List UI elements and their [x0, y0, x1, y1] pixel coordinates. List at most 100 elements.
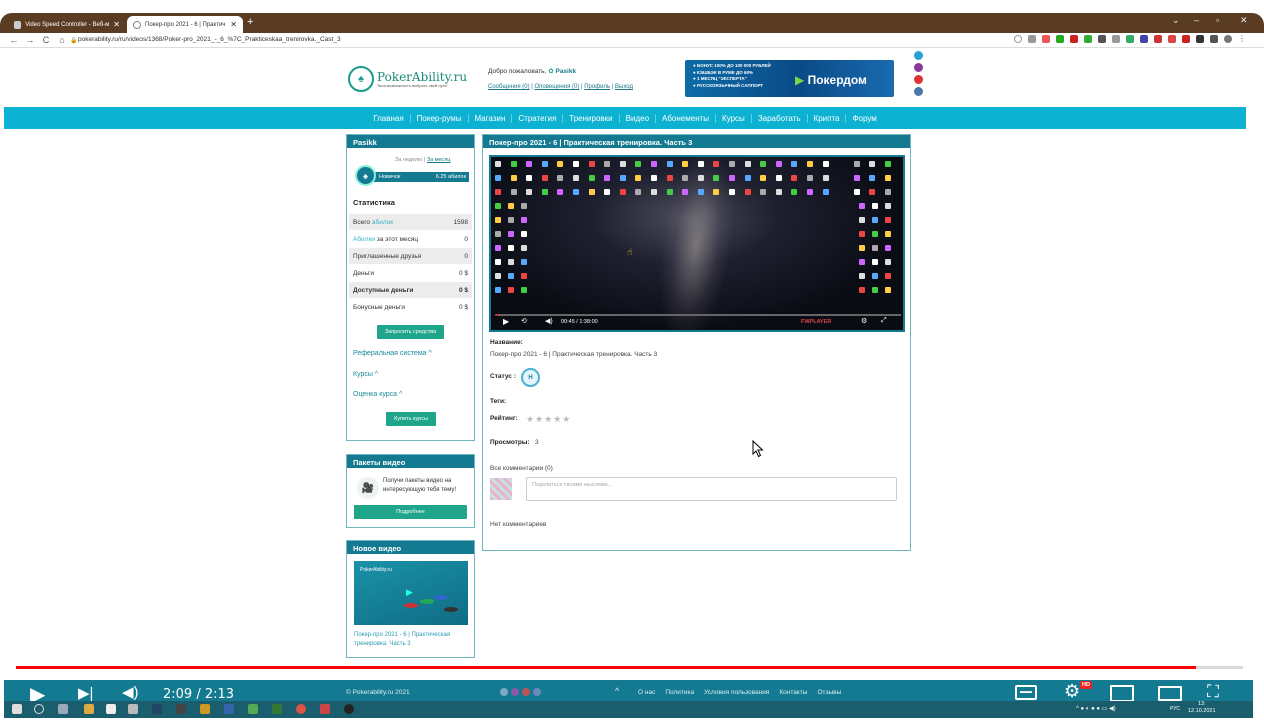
notifications-link[interactable]: Оповещения (0) — [534, 84, 579, 90]
logout-link[interactable]: Выход — [615, 84, 633, 90]
footer-link-about[interactable]: О нас — [638, 689, 655, 696]
nav-crypto[interactable]: Крипта — [808, 113, 847, 123]
mail-icon[interactable] — [224, 704, 234, 714]
player-progress-bar[interactable] — [495, 314, 901, 316]
home-icon[interactable]: ⌂ — [56, 35, 68, 45]
tray-language[interactable]: РУС — [1170, 706, 1180, 712]
tray-clock[interactable]: 13: 12.10.2021 — [1188, 701, 1216, 715]
close-tab-icon[interactable]: ✕ — [230, 20, 237, 29]
nav-earn[interactable]: Заработать — [752, 113, 808, 123]
new-video-thumbnail[interactable]: PokerAbility.ru ▶ — [354, 561, 468, 625]
reload-icon[interactable]: C — [40, 35, 52, 45]
url-field[interactable]: pokerability.ru/ru/videos/1368/Poker-pro… — [78, 36, 341, 43]
referral-accordion[interactable]: Реферальная система ^ — [353, 350, 432, 357]
course-rating-accordion[interactable]: Оценка курса ^ — [353, 391, 402, 398]
chrome-icon[interactable] — [296, 704, 306, 714]
footer-link-policy[interactable]: Политика — [665, 689, 694, 696]
extension-icon[interactable] — [1028, 35, 1036, 43]
extension-icon[interactable] — [1084, 35, 1092, 43]
extension-icon[interactable] — [1112, 35, 1120, 43]
youtube-progress-bar[interactable] — [16, 666, 1243, 669]
profile-link[interactable]: Профиль — [584, 84, 610, 90]
courses-accordion[interactable]: Курсы ^ — [353, 371, 378, 378]
messages-link[interactable]: Сообщения (0) — [488, 84, 530, 90]
youtube-settings-icon[interactable]: ⚙ — [1064, 681, 1080, 702]
nav-video[interactable]: Видео — [620, 113, 657, 123]
extension-icon[interactable] — [1098, 35, 1106, 43]
vk-icon[interactable] — [914, 87, 923, 96]
comment-input[interactable]: Поделиться своими мыслями... — [526, 477, 897, 501]
extension-icon[interactable] — [1056, 35, 1064, 43]
app-icon[interactable] — [344, 704, 354, 714]
extensions-puzzle-icon[interactable] — [1196, 35, 1204, 43]
extension-icon[interactable] — [1070, 35, 1078, 43]
nav-home[interactable]: Главная — [367, 113, 411, 123]
youtube-fullscreen-icon[interactable]: ⛶ — [1207, 682, 1219, 702]
app-icon[interactable] — [106, 704, 116, 714]
player-settings-icon[interactable]: ⚙ — [861, 317, 867, 325]
footer-link-contacts[interactable]: Контакты — [779, 689, 807, 696]
video-player[interactable]: ☝ ▶ ⟲ ◀) 00:45 / 1:38:00 FWPLAYER ⚙ ⤢ — [489, 155, 905, 332]
maximize-button[interactable]: ▫ — [1216, 15, 1219, 25]
player-fullscreen-icon[interactable]: ⤢ — [881, 317, 887, 325]
new-tab-button[interactable]: + — [247, 16, 253, 28]
site-logo[interactable]: ♠ PokerAbility.ru Твоя возможность выбра… — [348, 64, 472, 94]
footer-link-reviews[interactable]: Отзывы — [817, 689, 841, 696]
menu-kebab-icon[interactable]: ⋮ — [1238, 35, 1246, 43]
extension-icon[interactable] — [1182, 35, 1190, 43]
extension-icon[interactable] — [1168, 35, 1176, 43]
nav-courses[interactable]: Курсы — [716, 113, 752, 123]
app-icon[interactable] — [128, 704, 138, 714]
lock-icon[interactable]: 🔒 — [70, 37, 77, 44]
welcome-username[interactable]: Pasikk — [555, 68, 576, 75]
app-icon[interactable] — [320, 704, 330, 714]
tab-search-icon[interactable]: ⌄ — [1172, 15, 1180, 26]
file-explorer-icon[interactable] — [84, 704, 94, 714]
nav-strategy[interactable]: Стратегия — [512, 113, 564, 123]
windows-start-icon[interactable] — [12, 704, 22, 714]
player-back-icon[interactable]: ⟲ — [521, 317, 527, 325]
period-week-link[interactable]: За неделю — [395, 157, 422, 163]
period-month-link[interactable]: За месяц — [427, 157, 451, 163]
telegram-icon[interactable] — [500, 688, 508, 696]
search-icon[interactable] — [34, 704, 44, 714]
back-icon[interactable]: ← — [8, 35, 20, 45]
nav-subscriptions[interactable]: Абонементы — [656, 113, 717, 123]
task-view-icon[interactable] — [58, 704, 68, 714]
tab-pokerability[interactable]: Покер-про 2021 - 6 | Практич ✕ — [127, 16, 243, 33]
instagram-icon[interactable] — [914, 63, 923, 72]
nav-trainings[interactable]: Тренировки — [563, 113, 620, 123]
tab-video-speed-controller[interactable]: Video Speed Controller - Веб-м ✕ — [8, 16, 126, 33]
youtube-next-icon[interactable]: ▶| — [78, 684, 93, 702]
extension-icon[interactable] — [1154, 35, 1162, 43]
telegram-icon[interactable] — [914, 51, 923, 60]
extension-icon[interactable] — [1042, 35, 1050, 43]
extension-icon[interactable] — [1126, 35, 1134, 43]
close-window-button[interactable]: ✕ — [1240, 15, 1248, 26]
star-icon[interactable] — [1014, 35, 1022, 43]
minimize-button[interactable]: – — [1194, 15, 1199, 25]
app-icon[interactable] — [176, 704, 186, 714]
youtube-icon[interactable] — [522, 688, 530, 696]
extension-icon[interactable] — [1140, 35, 1148, 43]
youtube-icon[interactable] — [914, 75, 923, 84]
learn-more-button[interactable]: Подробнее — [354, 505, 467, 519]
profile-avatar-icon[interactable] — [1224, 35, 1232, 43]
nav-forum[interactable]: Форум — [846, 114, 882, 123]
close-tab-icon[interactable]: ✕ — [113, 20, 120, 29]
nav-shop[interactable]: Магазин — [469, 113, 513, 123]
player-volume-icon[interactable]: ◀) — [545, 317, 553, 325]
buy-courses-button[interactable]: Купить курсы — [386, 412, 436, 426]
youtube-subtitles-icon[interactable]: ▬▬ — [1015, 685, 1037, 700]
youtube-volume-icon[interactable]: ◀) — [122, 683, 139, 701]
forward-icon[interactable]: → — [24, 35, 36, 45]
vk-icon[interactable] — [533, 688, 541, 696]
nav-poker-rooms[interactable]: Покер-румы — [411, 113, 469, 123]
chevron-up-icon[interactable]: ^ — [615, 686, 619, 696]
youtube-theater-icon[interactable] — [1158, 686, 1182, 701]
reading-list-icon[interactable] — [1210, 35, 1218, 43]
footer-link-terms[interactable]: Условия пользования — [704, 689, 769, 696]
app-icon[interactable] — [272, 704, 282, 714]
app-icon[interactable] — [152, 704, 162, 714]
instagram-icon[interactable] — [511, 688, 519, 696]
